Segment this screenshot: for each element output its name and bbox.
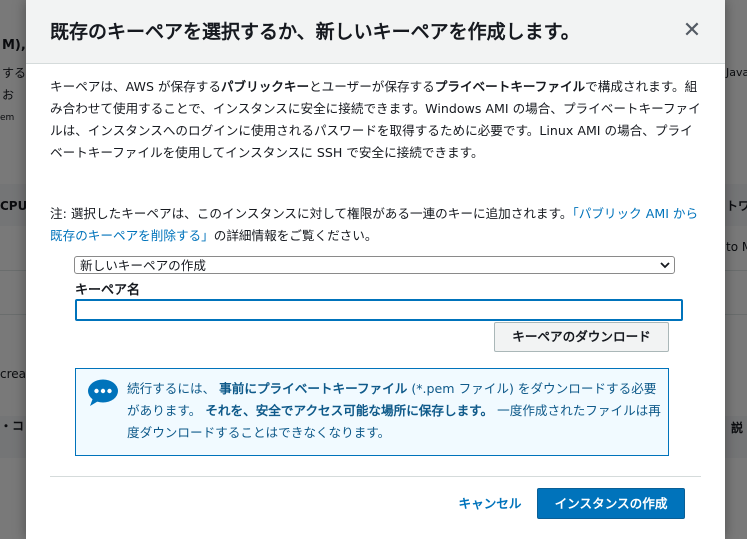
key-pair-name-label: キーペア名 — [75, 283, 141, 298]
key-pair-select-value: 新しいキーペアの作成 — [80, 258, 206, 273]
cancel-button[interactable]: キャンセル — [451, 490, 529, 518]
download-key-pair-button[interactable]: キーペアのダウンロード — [494, 322, 669, 352]
note-paragraph: 注: 選択したキーペアは、このインスタンスに対して権限がある一連のキーに追加され… — [50, 206, 699, 243]
launch-instance-button[interactable]: インスタンスの作成 — [537, 488, 685, 519]
intro-paragraph: キーペアは、AWS が保存するパブリックキーとユーザーが保存するプライベートキー… — [50, 79, 701, 160]
modal-header: 既存のキーペアを選択するか、新しいキーペアを作成します。 ✕ — [26, 0, 725, 64]
key-pair-select[interactable]: 新しいキーペアの作成 — [74, 256, 675, 274]
modal-title: 既存のキーペアを選択するか、新しいキーペアを作成します。 — [50, 21, 580, 43]
key-pair-name-input[interactable] — [75, 299, 683, 321]
chat-bubble-icon — [88, 379, 118, 406]
close-icon[interactable]: ✕ — [681, 20, 703, 42]
key-pair-modal: 既存のキーペアを選択するか、新しいキーペアを作成します。 ✕ キーペアは、AWS… — [26, 0, 725, 539]
footer-divider — [50, 476, 701, 477]
chevron-down-icon — [660, 262, 670, 269]
alert-message: 続行するには、 事前にプライベートキーファイル (*.pem ファイル) をダウ… — [127, 381, 661, 440]
info-alert: 続行するには、 事前にプライベートキーファイル (*.pem ファイル) をダウ… — [75, 368, 669, 456]
